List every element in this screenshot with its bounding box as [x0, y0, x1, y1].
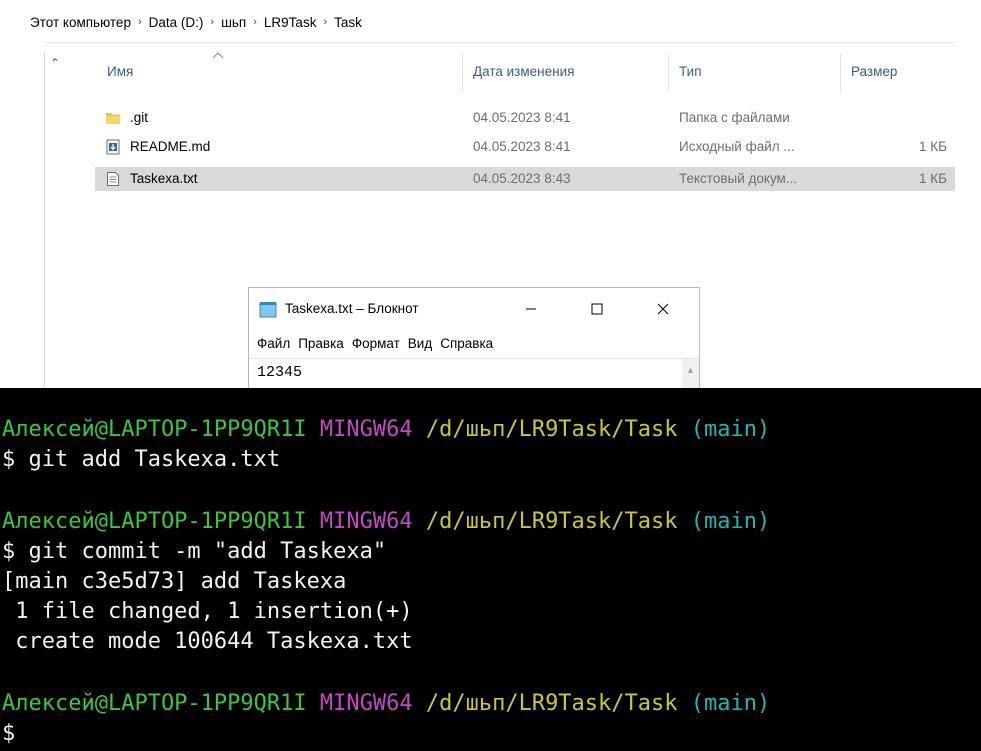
- column-header-date[interactable]: Дата изменения: [473, 64, 574, 79]
- prompt-user-host: Алексей@LAPTOP-1PP9QR1I: [2, 509, 307, 534]
- notepad-scrollbar[interactable]: ▲: [682, 359, 699, 388]
- file-name: Taskexa.txt: [130, 171, 198, 186]
- prompt-env: MINGW64: [319, 509, 413, 534]
- file-date: 04.05.2023 8:41: [473, 139, 571, 154]
- terminal-output-line: 1 file changed, 1 insertion(+): [2, 599, 413, 624]
- file-date: 04.05.2023 8:43: [473, 171, 571, 186]
- prompt-user-host: Алексей@LAPTOP-1PP9QR1I: [2, 417, 307, 442]
- notepad-menubar: Файл Правка Формат Вид Справка: [257, 336, 501, 351]
- chevron-right-icon: ›: [323, 16, 328, 28]
- breadcrumb-folder-lr9task[interactable]: LR9Task: [264, 15, 317, 30]
- close-icon: [657, 303, 669, 315]
- prompt-env: MINGW64: [319, 691, 413, 716]
- sort-ascending-icon: [212, 52, 224, 59]
- maximize-icon: [591, 303, 603, 315]
- column-header-name[interactable]: Имя: [107, 64, 133, 79]
- chevron-right-icon: ›: [210, 16, 215, 28]
- column-header-size[interactable]: Размер: [851, 64, 897, 79]
- file-size: 1 КБ: [919, 139, 947, 154]
- folder-icon: [106, 113, 120, 124]
- column-divider[interactable]: [840, 54, 841, 92]
- chevron-right-icon: ›: [253, 16, 257, 28]
- breadcrumb-this-pc[interactable]: Этот компьютер: [30, 15, 131, 30]
- notepad-titlebar[interactable]: Taskexa.txt – Блокнот: [249, 288, 699, 330]
- maximize-button[interactable]: [577, 294, 617, 324]
- breadcrumb-drive-d[interactable]: Data (D:): [149, 15, 204, 30]
- chevron-right-icon: ›: [137, 16, 142, 28]
- terminal-command-line: $ git add Taskexa.txt: [2, 447, 281, 472]
- text-file-icon: [107, 172, 119, 186]
- navigation-pane-border: [44, 52, 45, 388]
- notepad-icon: [259, 302, 277, 318]
- file-name: README.md: [130, 139, 211, 154]
- file-type: Исходный файл ...: [679, 139, 795, 154]
- breadcrumb[interactable]: Этот компьютер › Data (D:) › шьп › LR9Ta…: [30, 12, 362, 32]
- breadcrumb-folder-task[interactable]: Task: [334, 15, 362, 30]
- terminal-input-line[interactable]: $: [2, 721, 15, 747]
- menu-format[interactable]: Формат: [352, 336, 400, 351]
- notepad-content: 12345: [257, 364, 303, 381]
- prompt-path: /d/шьп/LR9Task/Task: [425, 417, 678, 442]
- file-name: .git: [130, 110, 149, 125]
- prompt-env: MINGW64: [319, 417, 413, 442]
- file-date: 04.05.2023 8:41: [473, 110, 571, 125]
- terminal-output-line: create mode 100644 Taskexa.txt: [2, 629, 413, 654]
- close-button[interactable]: [643, 294, 683, 324]
- scroll-up-icon[interactable]: ▲: [686, 365, 695, 375]
- file-row-readme[interactable]: README.md 04.05.2023 8:41 Исходный файл …: [95, 135, 955, 159]
- prompt-user-host: Алексей@LAPTOP-1PP9QR1I: [2, 691, 307, 716]
- terminal-prompt-line: Алексей@LAPTOP-1PP9QR1I MINGW64 /d/шьп/L…: [2, 509, 770, 535]
- file-explorer: Этот компьютер › Data (D:) › шьп › LR9Ta…: [0, 0, 981, 388]
- menu-file[interactable]: Файл: [257, 336, 290, 351]
- markdown-file-icon: [106, 139, 120, 155]
- prompt-branch: (main): [690, 691, 771, 716]
- prompt-branch: (main): [690, 417, 771, 442]
- nav-pane-scroll-up-icon[interactable]: ⌃: [50, 56, 60, 70]
- file-row-taskexa[interactable]: Taskexa.txt 04.05.2023 8:43 Текстовый до…: [95, 167, 955, 191]
- prompt-path: /d/шьп/LR9Task/Task: [425, 509, 678, 534]
- menu-edit[interactable]: Правка: [298, 336, 344, 351]
- file-type: Текстовый докум...: [679, 171, 798, 186]
- header-divider: [45, 42, 955, 43]
- minimize-icon: [526, 308, 536, 310]
- column-divider[interactable]: [668, 54, 669, 92]
- notepad-window[interactable]: Taskexa.txt – Блокнот Файл Правка Формат: [248, 287, 700, 388]
- terminal-prompt-line: Алексей@LAPTOP-1PP9QR1I MINGW64 /d/шьп/L…: [2, 691, 770, 717]
- git-bash-terminal[interactable]: Алексей@LAPTOP-1PP9QR1I MINGW64 /d/шьп/L…: [0, 388, 981, 751]
- terminal-command-line: $ git commit -m "add Taskexa": [2, 539, 387, 564]
- terminal-prompt-line: Алексей@LAPTOP-1PP9QR1I MINGW64 /d/шьп/L…: [2, 417, 770, 443]
- notepad-text-area[interactable]: 12345 ▲: [249, 358, 699, 388]
- terminal-output-line: [main c3e5d73] add Taskexa: [2, 569, 347, 594]
- prompt-branch: (main): [690, 509, 771, 534]
- column-header-type[interactable]: Тип: [679, 64, 702, 79]
- menu-help[interactable]: Справка: [440, 336, 493, 351]
- breadcrumb-folder-shp[interactable]: шьп: [221, 15, 246, 30]
- column-divider[interactable]: [462, 54, 463, 92]
- prompt-path: /d/шьп/LR9Task/Task: [425, 691, 678, 716]
- menu-view[interactable]: Вид: [408, 336, 432, 351]
- notepad-title: Taskexa.txt – Блокнот: [285, 301, 419, 316]
- minimize-button[interactable]: [511, 294, 551, 324]
- file-size: 1 КБ: [919, 171, 947, 186]
- file-row-git[interactable]: .git 04.05.2023 8:41 Папка с файлами: [95, 106, 955, 130]
- file-type: Папка с файлами: [679, 110, 790, 125]
